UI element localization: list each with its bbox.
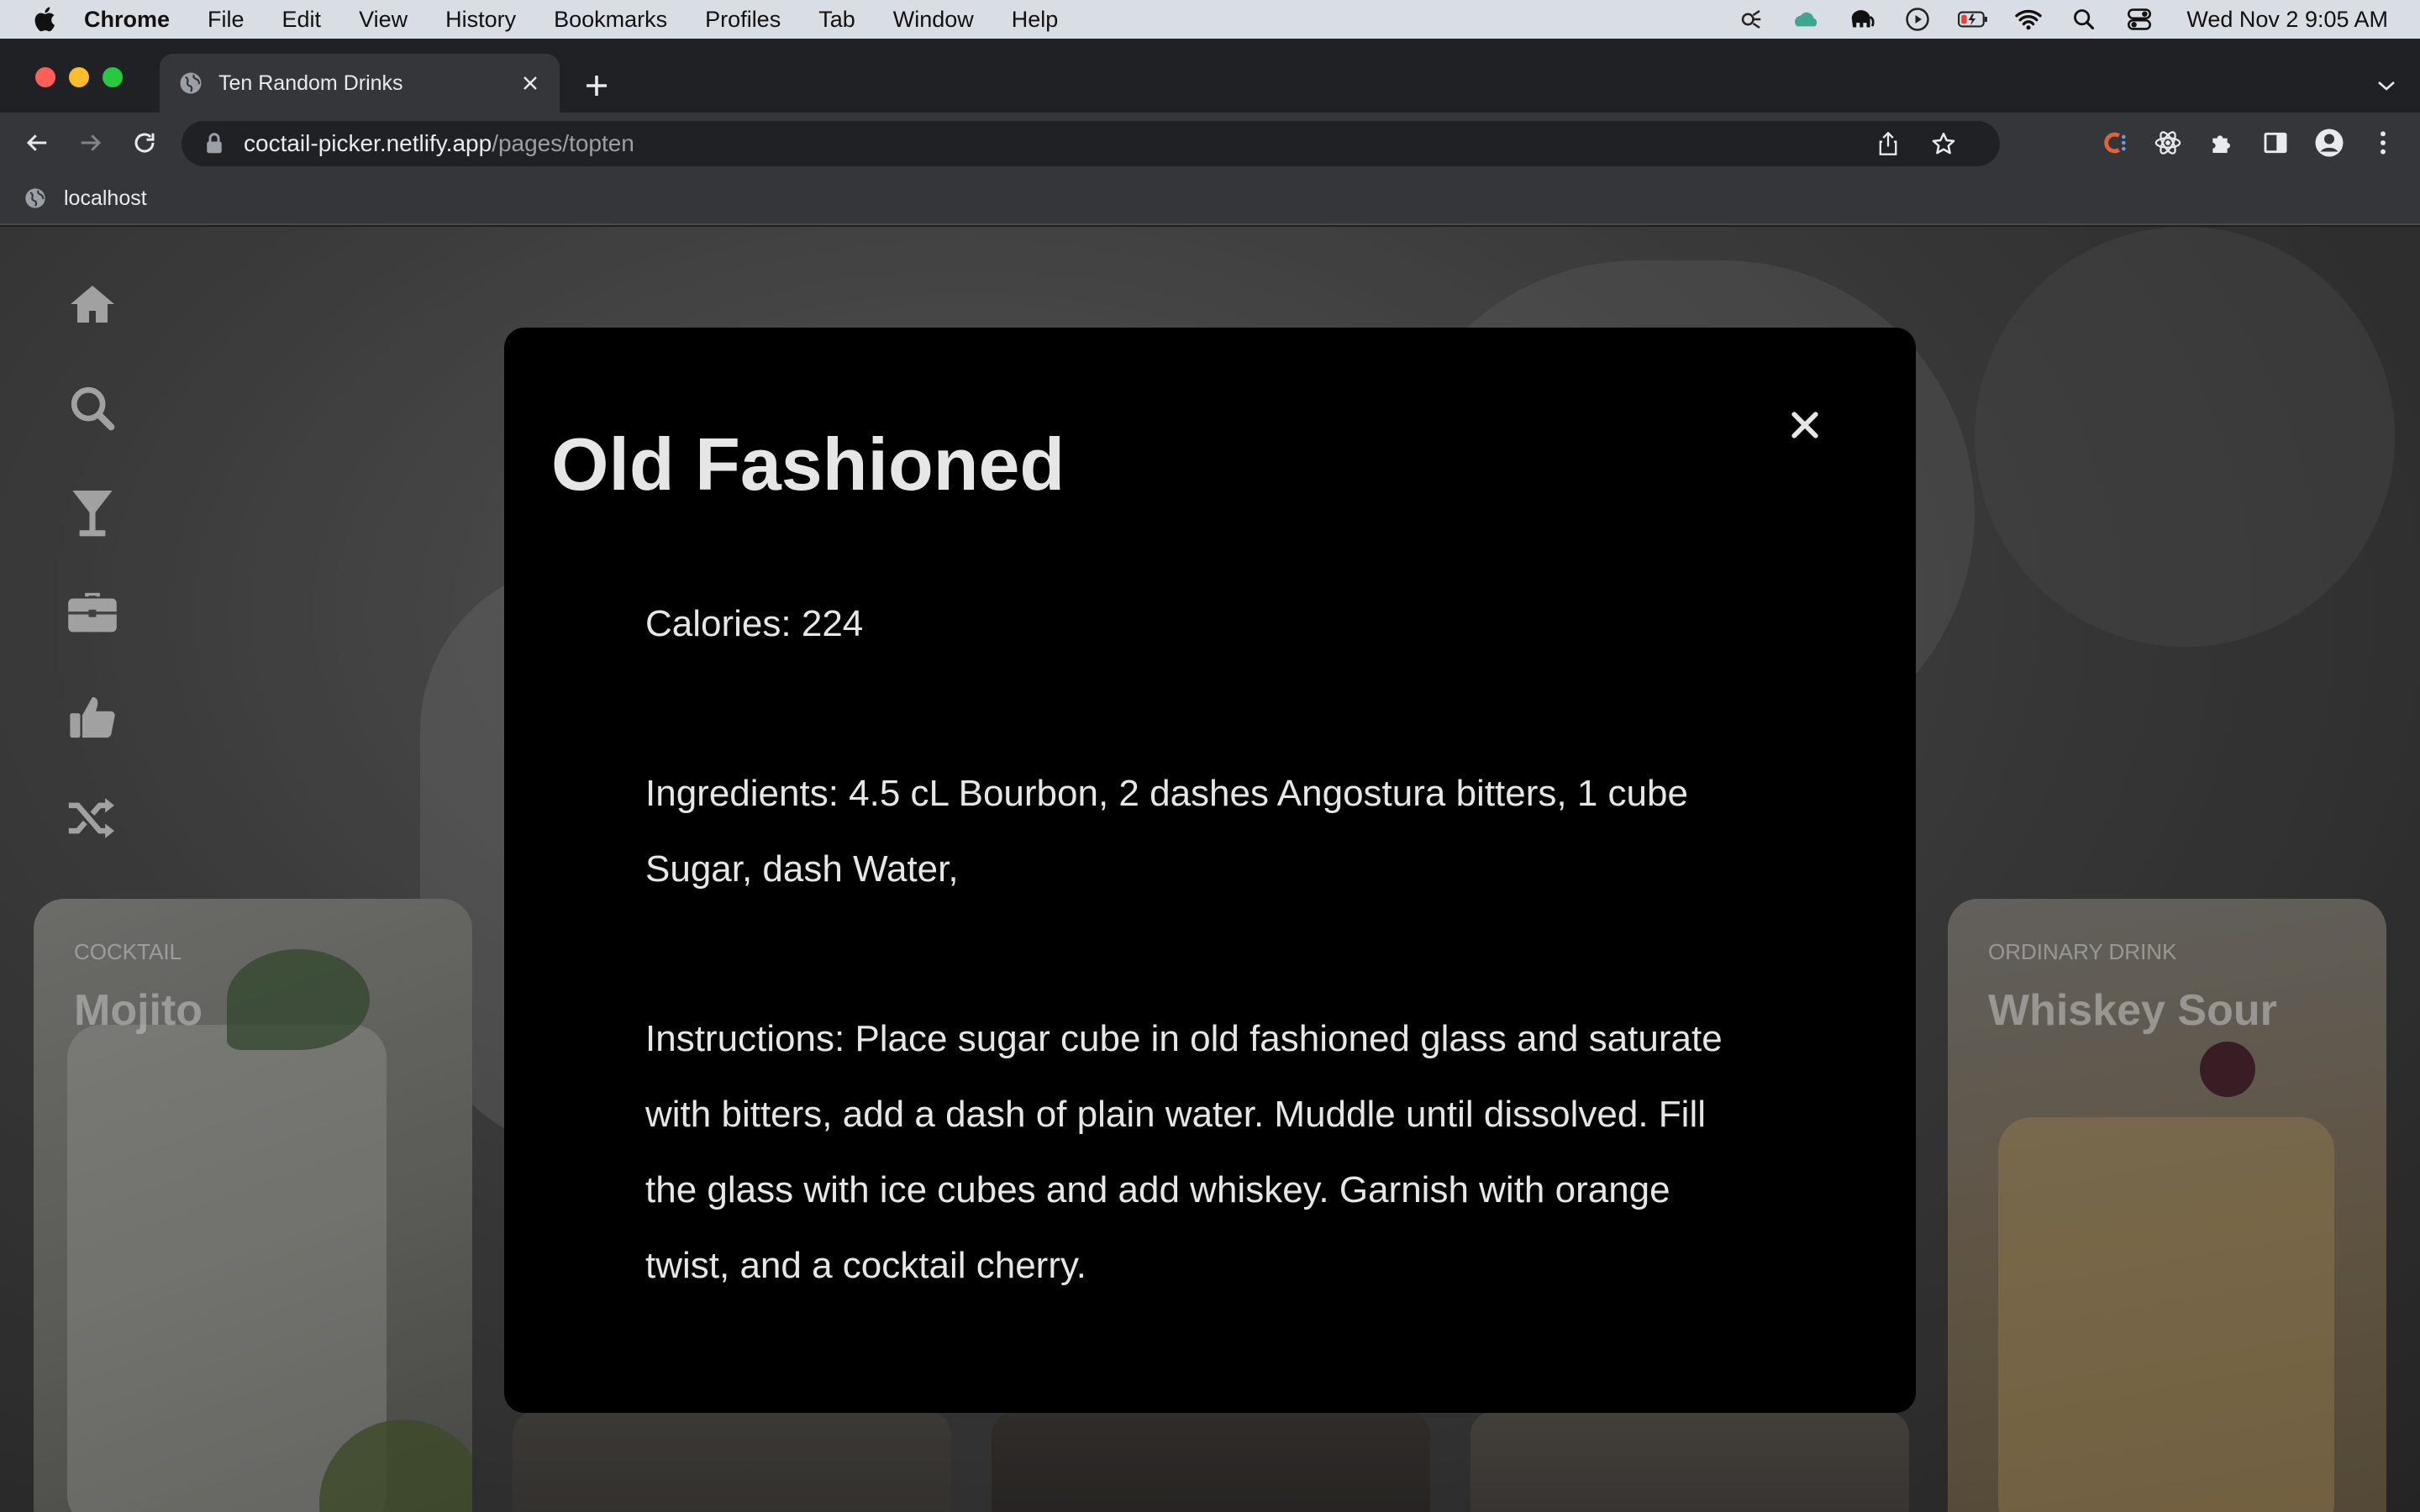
new-tab-plus-icon[interactable]: [578, 67, 615, 104]
cloud-status-icon[interactable]: [1791, 7, 1822, 32]
bug-status-icon[interactable]: [1736, 7, 1766, 32]
calories-value: 224: [801, 603, 864, 644]
control-center-icon[interactable]: [2124, 7, 2154, 32]
bookmark-localhost[interactable]: localhost: [24, 186, 147, 211]
bookmark-star-icon[interactable]: [1929, 129, 1958, 158]
extension-c-icon[interactable]: [2097, 126, 2131, 160]
menu-bar-clock[interactable]: Wed Nov 2 9:05 AM: [2186, 7, 2388, 33]
browser-toolbar: coctail-picker.netlify.app/pages/topten: [0, 113, 2420, 173]
battery-status-icon[interactable]: [1958, 7, 1988, 32]
play-status-icon[interactable]: [1902, 7, 1933, 32]
menu-history[interactable]: History: [445, 7, 516, 33]
wifi-status-icon[interactable]: [2013, 7, 2044, 32]
globe-icon: [180, 72, 202, 94]
tab-title: Ten Random Drinks: [218, 71, 403, 95]
forward-arrow-icon[interactable]: [72, 124, 109, 161]
ingredients-label: Ingredients:: [645, 773, 850, 814]
menu-edit[interactable]: Edit: [282, 7, 322, 33]
url-path: /pages/topten: [492, 130, 634, 156]
window-zoom-button[interactable]: [103, 67, 123, 87]
extensions-puzzle-icon[interactable]: [2205, 126, 2238, 160]
browser-tab-active[interactable]: Ten Random Drinks: [160, 54, 560, 113]
page-content: Cocktail Mojito Ordinary Drink Whiskey S…: [0, 227, 2420, 1512]
close-icon[interactable]: [1785, 405, 1825, 445]
apple-logo-icon[interactable]: [32, 5, 60, 34]
menu-help[interactable]: Help: [1012, 7, 1059, 33]
window-minimize-button[interactable]: [69, 67, 89, 87]
menu-view[interactable]: View: [359, 7, 408, 33]
calories-label: Calories:: [645, 603, 802, 644]
modal-title: Old Fashioned: [551, 423, 1065, 506]
menu-app-chrome[interactable]: Chrome: [84, 7, 170, 33]
elephant-status-icon[interactable]: [1847, 7, 1877, 32]
side-panel-icon[interactable]: [2259, 126, 2292, 160]
modal-body: Calories: 224 Ingredients: 4.5 cL Bourbo…: [645, 586, 1738, 1398]
react-devtools-icon[interactable]: [2151, 126, 2185, 160]
menu-window[interactable]: Window: [893, 7, 974, 33]
bookmarks-bar: localhost: [0, 173, 2420, 225]
bookmark-label: localhost: [64, 186, 147, 210]
menu-profiles[interactable]: Profiles: [705, 7, 781, 33]
instructions-text: Instructions: Place sugar cube in old fa…: [645, 1001, 1738, 1304]
browser-tab-strip: Ten Random Drinks: [0, 39, 2420, 113]
macos-menu-bar: Chrome File Edit View History Bookmarks …: [0, 0, 2420, 39]
ingredients-text: Ingredients: 4.5 cL Bourbon, 2 dashes An…: [645, 756, 1738, 907]
menu-bookmarks[interactable]: Bookmarks: [554, 7, 667, 33]
chrome-menu-kebab-icon[interactable]: [2366, 126, 2400, 160]
lock-icon[interactable]: [202, 131, 227, 156]
share-icon[interactable]: [1874, 129, 1902, 158]
profile-avatar-icon[interactable]: [2312, 126, 2346, 160]
back-arrow-icon[interactable]: [18, 124, 55, 161]
calories-text: Calories: 224: [645, 586, 1738, 662]
instructions-label: Instructions:: [645, 1018, 855, 1059]
menu-tab[interactable]: Tab: [818, 7, 855, 33]
url-host: coctail-picker.netlify.app: [244, 130, 492, 156]
tab-search-chevron-icon[interactable]: [2371, 71, 2402, 101]
tab-close-icon[interactable]: [516, 69, 544, 97]
globe-icon: [25, 188, 45, 208]
address-bar[interactable]: coctail-picker.netlify.app/pages/topten: [182, 121, 2000, 166]
spotlight-search-icon[interactable]: [2069, 7, 2099, 32]
reload-icon[interactable]: [126, 124, 163, 161]
drink-detail-modal: Old Fashioned Calories: 224 Ingredients:…: [504, 328, 1916, 1413]
window-close-button[interactable]: [35, 67, 55, 87]
menu-file[interactable]: File: [208, 7, 245, 33]
